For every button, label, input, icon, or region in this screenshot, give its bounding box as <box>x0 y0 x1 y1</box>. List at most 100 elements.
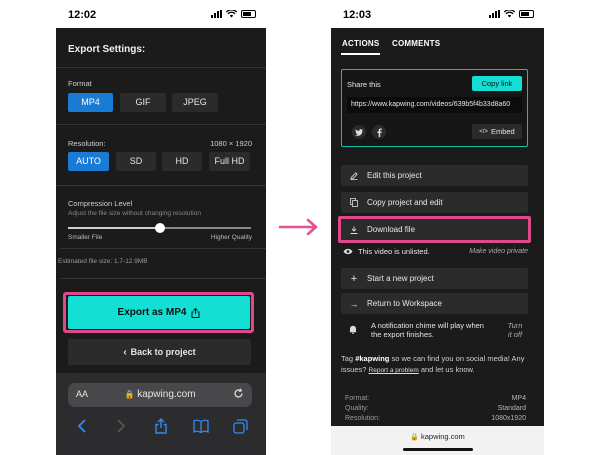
format-option-gif[interactable]: GIF <box>120 93 166 112</box>
edit-project-label: Edit this project <box>367 171 422 180</box>
divider <box>56 124 266 125</box>
status-time: 12:03 <box>343 9 372 21</box>
resolution-option-hd[interactable]: HD <box>162 152 202 171</box>
notification-text: A notification chime will play when the … <box>371 321 484 339</box>
arrow-right-icon <box>278 218 318 236</box>
forward-nav-icon[interactable] <box>111 417 131 435</box>
browser-toolbar: AA 🔒 kapwing.com <box>56 373 266 455</box>
kapwing-hashtag: #kapwing <box>355 354 390 363</box>
format-option-mp4[interactable]: MP4 <box>68 93 113 112</box>
divider <box>60 248 266 249</box>
twitter-icon[interactable] <box>352 125 366 139</box>
active-tab-indicator <box>341 53 380 55</box>
copy-link-button[interactable]: Copy link <box>472 76 522 91</box>
wifi-icon <box>226 10 237 18</box>
compression-max-label: Higher Quality <box>210 234 252 241</box>
download-file-button[interactable]: Download file <box>341 219 528 240</box>
return-to-workspace-button[interactable]: → Return to Workspace <box>341 293 528 314</box>
bookmarks-icon[interactable] <box>191 417 211 435</box>
compression-hint: Adjust the file size without changing re… <box>68 210 201 217</box>
signal-icon <box>489 10 500 18</box>
reload-icon[interactable] <box>233 388 244 402</box>
eye-icon <box>343 248 353 255</box>
divider <box>56 67 266 68</box>
lock-icon: 🔒 <box>410 434 419 441</box>
notification-row: A notification chime will play when the … <box>341 321 528 341</box>
wifi-icon <box>504 10 515 18</box>
export-actions-panel: ACTIONS COMMENTS Share this Copy link ht… <box>331 28 544 426</box>
tabs-icon[interactable] <box>230 417 250 435</box>
start-new-project-label: Start a new project <box>367 274 434 283</box>
status-bar: 12:03 <box>331 0 544 28</box>
bell-icon <box>349 325 357 334</box>
make-private-link[interactable]: Make video private <box>469 248 528 255</box>
resolution-option-full-hd[interactable]: Full HD <box>209 152 250 171</box>
share-icon <box>191 307 200 318</box>
return-to-workspace-label: Return to Workspace <box>367 299 442 308</box>
battery-icon <box>519 10 534 18</box>
report-problem-link[interactable]: Report a problem <box>369 367 419 374</box>
plus-icon: + <box>350 272 358 285</box>
status-bar: 12:02 <box>56 0 266 28</box>
visibility-row: This video is unlisted. Make video priva… <box>343 247 528 256</box>
resolution-option-auto[interactable]: AUTO <box>68 152 109 171</box>
export-as-mp4-button[interactable]: Export as MP4 <box>68 296 250 329</box>
copy-project-button[interactable]: Copy project and edit <box>341 192 528 213</box>
share-sheet-icon[interactable] <box>151 417 171 435</box>
compression-slider-fill <box>68 227 160 229</box>
compression-slider-thumb[interactable] <box>154 223 165 233</box>
chevron-left-icon: ‹ <box>123 346 127 358</box>
status-time: 12:02 <box>68 9 97 21</box>
facebook-icon[interactable] <box>372 125 386 139</box>
export-settings-title: Export Settings: <box>68 44 146 55</box>
export-button-label: Export as MP4 <box>117 307 187 318</box>
share-panel: Share this Copy link https://www.kapwing… <box>341 69 528 147</box>
unlisted-message: This video is unlisted. <box>358 247 430 256</box>
left-phone-screen: 12:02 Export Settings: Format MP4 GIF JP… <box>56 0 266 455</box>
meta-row-format: Format: MP4 <box>345 395 526 402</box>
share-title: Share this <box>347 80 381 89</box>
back-to-project-button[interactable]: ‹ Back to project <box>68 339 251 365</box>
export-settings-panel: Export Settings: Format MP4 GIF JPEG Res… <box>56 28 266 373</box>
turn-off-link[interactable]: Turn it off <box>505 321 525 339</box>
arrow-right-small-icon: → <box>349 298 359 309</box>
embed-button-label: Embed <box>490 127 515 136</box>
embed-button[interactable]: </> Embed <box>472 124 522 139</box>
format-label: Format <box>68 79 92 88</box>
copy-icon <box>341 198 367 207</box>
address-url: kapwing.com <box>421 432 465 441</box>
social-tag-message: Tag #kapwing so we can find you on socia… <box>341 354 525 374</box>
download-icon <box>341 226 367 234</box>
compression-label: Compression Level <box>68 199 133 208</box>
address-url: kapwing.com <box>137 389 196 400</box>
divider <box>56 185 266 186</box>
right-phone-screen: 12:03 ACTIONS COMMENTS Share this Copy l… <box>331 0 544 455</box>
back-button-label: Back to project <box>130 347 196 357</box>
address-bar[interactable]: AA 🔒 kapwing.com <box>68 383 252 407</box>
share-url-field[interactable]: https://www.kapwing.com/videos/639b5f4b3… <box>347 97 522 113</box>
browser-address-bar[interactable]: 🔒 kapwing.com <box>331 426 544 455</box>
code-icon: </> <box>479 128 488 135</box>
tab-bar: ACTIONS COMMENTS <box>331 28 544 55</box>
divider <box>60 278 266 279</box>
home-indicator <box>403 448 473 451</box>
download-file-label: Download file <box>367 225 416 234</box>
edit-project-button[interactable]: Edit this project <box>341 165 528 186</box>
tab-comments[interactable]: COMMENTS <box>392 39 440 48</box>
estimated-file-size: Estimated file size: 1.7-12.9MB <box>58 258 148 265</box>
compression-min-label: Smaller File <box>68 234 103 241</box>
pencil-icon <box>341 171 367 180</box>
resolution-option-sd[interactable]: SD <box>116 152 156 171</box>
resolution-label: Resolution: <box>68 139 106 148</box>
battery-icon <box>241 10 256 18</box>
start-new-project-button[interactable]: + Start a new project <box>341 268 528 289</box>
meta-row-quality: Quality: Standard <box>345 405 526 412</box>
meta-row-resolution: Resolution: 1080x1920 <box>345 415 526 422</box>
resolution-value: 1080 × 1920 <box>210 139 252 148</box>
format-option-jpeg[interactable]: JPEG <box>172 93 218 112</box>
tab-actions[interactable]: ACTIONS <box>342 39 379 48</box>
copy-project-label: Copy project and edit <box>367 198 443 207</box>
export-metadata: Format: MP4 Quality: Standard Resolution: 1… <box>345 395 526 425</box>
back-nav-icon[interactable] <box>72 417 92 435</box>
lock-icon: 🔒 <box>124 390 135 399</box>
